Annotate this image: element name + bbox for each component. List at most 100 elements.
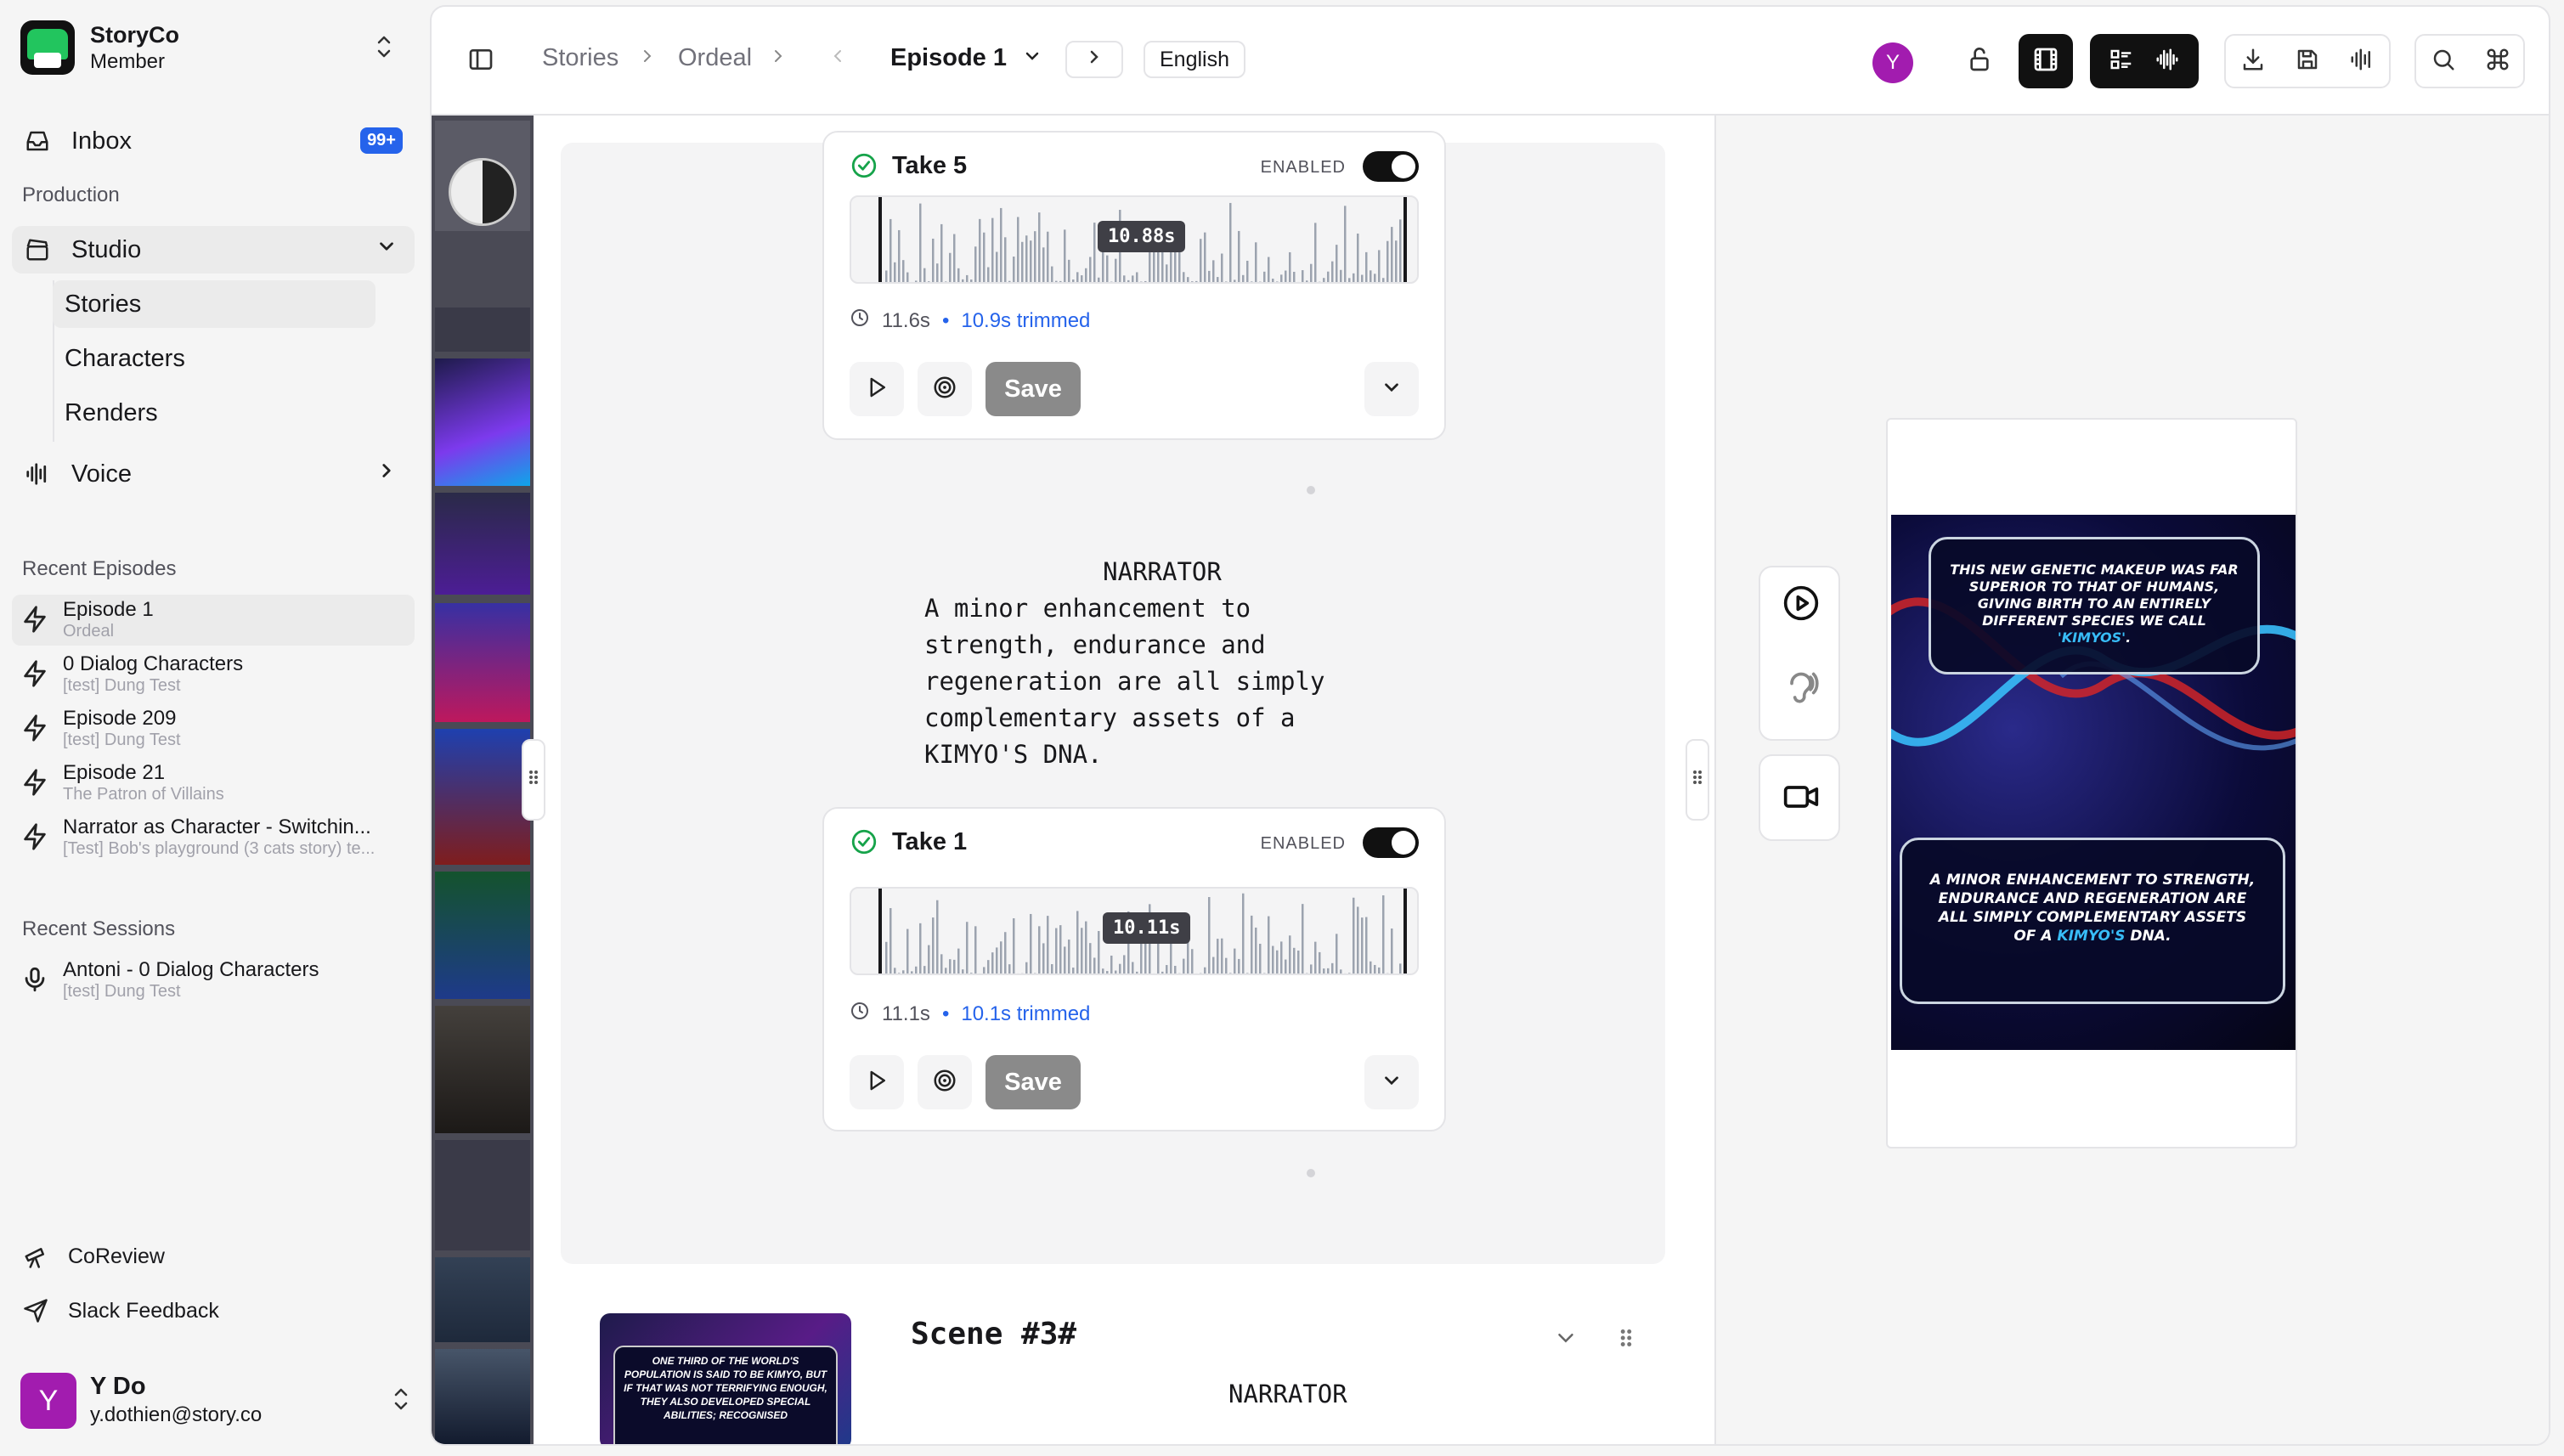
recent-episode-item[interactable]: Episode 209 [test] Dung Test <box>12 703 415 754</box>
collaborator-avatar[interactable]: Y <box>1872 42 1913 83</box>
recent-episodes-label: Recent Episodes <box>22 557 177 580</box>
enhance-audio-button[interactable] <box>918 1055 972 1109</box>
nav-inbox[interactable]: Inbox 99+ <box>12 117 415 165</box>
voice-preview-button[interactable] <box>1781 669 1821 710</box>
command-palette-button[interactable] <box>2471 34 2525 88</box>
audio-export-button[interactable] <box>2335 34 2389 88</box>
play-take-button[interactable] <box>850 1055 904 1109</box>
panel-thumbnail[interactable] <box>435 121 530 231</box>
language-selector[interactable]: English <box>1144 41 1245 78</box>
download-button[interactable] <box>2226 34 2280 88</box>
drag-scene-handle[interactable] <box>1618 1325 1635 1355</box>
sidebar-toggle-button[interactable] <box>454 34 508 88</box>
chevron-down-icon <box>1381 376 1403 403</box>
video-camera-icon <box>1782 778 1820 820</box>
main-panel: Stories Ordeal Episode 1 English Y Take … <box>430 5 2550 1446</box>
save-project-button[interactable] <box>2280 34 2335 88</box>
audio-waveform[interactable]: 10.11s <box>850 887 1419 975</box>
play-preview-button[interactable] <box>1781 584 1821 625</box>
chevron-down-icon <box>1022 45 1042 73</box>
panel-thumbnail[interactable] <box>435 872 530 999</box>
scene-thumbnail-caption: ONE THIRD OF THE WORLD'S POPULATION IS S… <box>613 1346 838 1444</box>
dialog-line: KIMYO'S DNA. <box>924 740 1103 769</box>
recent-episode-item[interactable]: 0 Dialog Characters [test] Dung Test <box>12 649 415 700</box>
panel-filmstrip[interactable] <box>432 116 534 1444</box>
recent-session-item[interactable]: Antoni - 0 Dialog Characters [test] Dung… <box>12 955 415 1006</box>
scene-thumbnail[interactable]: ONE THIRD OF THE WORLD'S POPULATION IS S… <box>600 1313 851 1444</box>
zap-icon <box>20 768 51 799</box>
nav-voice[interactable]: Voice <box>12 450 415 498</box>
panel-thumbnail[interactable] <box>435 308 530 352</box>
panel-thumbnail[interactable] <box>435 1257 530 1342</box>
panel-thumbnail[interactable] <box>435 729 530 865</box>
coreview-link[interactable]: CoReview <box>12 1235 165 1278</box>
episode-selector[interactable]: Episode 1 <box>890 44 1042 73</box>
video-preview-button[interactable] <box>1781 778 1821 819</box>
audio-waveform[interactable]: 10.88s <box>850 195 1419 284</box>
speaker-name: NARRATOR <box>1103 557 1222 586</box>
play-take-button[interactable] <box>850 362 904 416</box>
breadcrumb-ordeal[interactable]: Ordeal <box>678 44 752 72</box>
search-button[interactable] <box>2416 34 2471 88</box>
recent-episode-item[interactable]: Episode 21 The Patron of Villains <box>12 758 415 809</box>
grip-vertical-icon <box>1692 767 1703 793</box>
slack-feedback-link[interactable]: Slack Feedback <box>12 1290 219 1332</box>
previous-episode-button[interactable] <box>827 41 848 78</box>
play-circle-icon <box>1782 584 1820 626</box>
next-episode-button[interactable] <box>1065 41 1123 78</box>
panel-thumbnail[interactable] <box>435 1349 530 1444</box>
nav-studio[interactable]: Studio <box>12 226 415 274</box>
enhance-audio-button[interactable] <box>918 362 972 416</box>
breadcrumb-stories[interactable]: Stories <box>542 44 618 72</box>
dialog-line: strength, endurance and <box>924 630 1266 659</box>
expand-take-button[interactable] <box>1364 1055 1419 1109</box>
lock-button[interactable] <box>1952 34 2007 88</box>
command-icon <box>2485 47 2510 76</box>
production-section-label: Production <box>22 183 120 206</box>
workspace-switcher[interactable]: StoryCo Member <box>20 17 403 78</box>
expand-take-button[interactable] <box>1364 362 1419 416</box>
panel-thumbnail[interactable] <box>435 603 530 722</box>
collapse-scene-button[interactable] <box>1553 1325 1578 1355</box>
inbox-icon <box>22 126 53 156</box>
panel-thumbnail[interactable] <box>435 1006 530 1133</box>
dialog-block[interactable]: NARRATOR A minor enhancement to strength… <box>924 554 1400 773</box>
comic-caption-box: A MINOR ENHANCEMENT TO STRENGTH, ENDURAN… <box>1900 838 2285 1004</box>
audio-lines-icon <box>22 459 53 489</box>
script-audio-view-toggle[interactable] <box>2090 34 2199 88</box>
film-view-button[interactable] <box>2019 34 2073 88</box>
panel-thumbnail[interactable] <box>435 493 530 595</box>
take-enabled-toggle[interactable] <box>1363 151 1419 182</box>
take-enabled-toggle[interactable] <box>1363 827 1419 858</box>
recent-episode-item[interactable]: Narrator as Character - Switchin... [Tes… <box>12 812 415 863</box>
brand-logo <box>20 20 75 75</box>
recent-sessions-label: Recent Sessions <box>22 917 176 940</box>
panel-thumbnail[interactable] <box>435 1140 530 1250</box>
filmstrip-resize-handle[interactable] <box>522 739 545 821</box>
episode-subtitle: Ordeal <box>63 622 115 641</box>
recent-episode-item[interactable]: Episode 1 Ordeal <box>12 595 415 646</box>
send-icon <box>20 1295 51 1326</box>
chevrons-up-down-icon <box>374 32 394 63</box>
grip-vertical-icon <box>528 767 539 793</box>
zap-icon <box>20 605 51 635</box>
clapperboard-icon <box>22 234 53 265</box>
panel-left-icon <box>467 46 494 77</box>
sidebar-item-stories[interactable]: Stories <box>53 280 376 328</box>
panel-thumbnail[interactable] <box>435 358 530 486</box>
slack-feedback-label: Slack Feedback <box>68 1298 219 1323</box>
sidebar-item-characters[interactable]: Characters <box>53 335 376 382</box>
take-label: Take 5 <box>892 151 968 179</box>
scene-title[interactable]: Scene #3# <box>911 1317 1076 1352</box>
user-menu[interactable]: Y Y Do y.dothien@story.co <box>20 1371 411 1431</box>
sidebar-item-renders[interactable]: Renders <box>53 389 376 437</box>
playback-tools <box>1759 566 1840 741</box>
separator-dot: • <box>941 1002 950 1025</box>
save-take-button[interactable]: Save <box>986 1055 1081 1109</box>
preview-resize-handle[interactable] <box>1686 739 1709 821</box>
comic-caption-box: THIS NEW GENETIC MAKEUP WAS FAR SUPERIOR… <box>1929 537 2260 674</box>
save-take-button[interactable]: Save <box>986 362 1081 416</box>
nav-inbox-label: Inbox <box>71 127 132 155</box>
clock-icon <box>850 308 870 334</box>
scene-row: ONE THIRD OF THE WORLD'S POPULATION IS S… <box>588 1305 1667 1444</box>
